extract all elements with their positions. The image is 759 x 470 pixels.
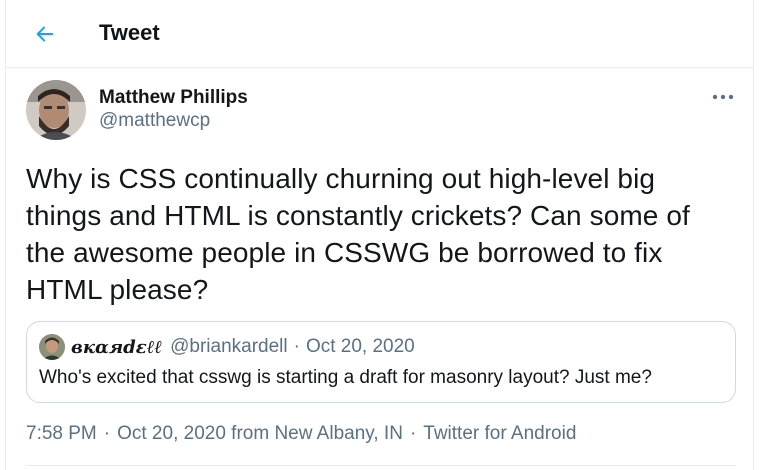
author-name[interactable]: Matthew Phillips [99,87,248,109]
page-header: Tweet [6,0,753,68]
meta-separator: · [293,336,300,357]
quoted-tweet-date: Oct 20, 2020 [305,336,415,357]
more-horizontal-icon [712,94,734,100]
info-separator: · [103,423,111,444]
tweet-text: Why is CSS continually churning out high… [26,163,690,305]
quoted-author-handle: @briankardell [170,336,288,357]
info-separator: · [409,423,417,444]
tweet-source-link[interactable]: Twitter for Android [423,423,576,445]
tweet-detail-panel: Tweet Matthew Phillips @matthewcp Why is… [5,0,754,470]
quoted-tweet[interactable]: вкαяdεℓℓ @briankardell · Oct 20, 2020 Wh… [26,321,736,403]
arrow-left-icon [36,26,54,42]
tweet-info: 7:58 PM · Oct 20, 2020 from New Albany, … [26,422,576,446]
more-options-button[interactable] [708,84,738,110]
quoted-tweet-meta: вкαяdεℓℓ @briankardell · Oct 20, 2020 [71,336,415,358]
author-avatar[interactable] [26,80,86,140]
tweet-date-location-link[interactable]: Oct 20, 2020 from New Albany, IN [117,423,403,445]
tweet-time-link[interactable]: 7:58 PM [26,423,97,445]
quoted-author-name: вкαяdεℓℓ [71,336,163,358]
quoted-author-avatar [39,334,65,360]
quoted-tweet-text: Who's excited that csswg is starting a d… [39,367,652,388]
author-handle[interactable]: @matthewcp [99,110,210,132]
page-title: Tweet [99,20,160,45]
back-button[interactable] [28,17,62,51]
divider [26,465,736,466]
